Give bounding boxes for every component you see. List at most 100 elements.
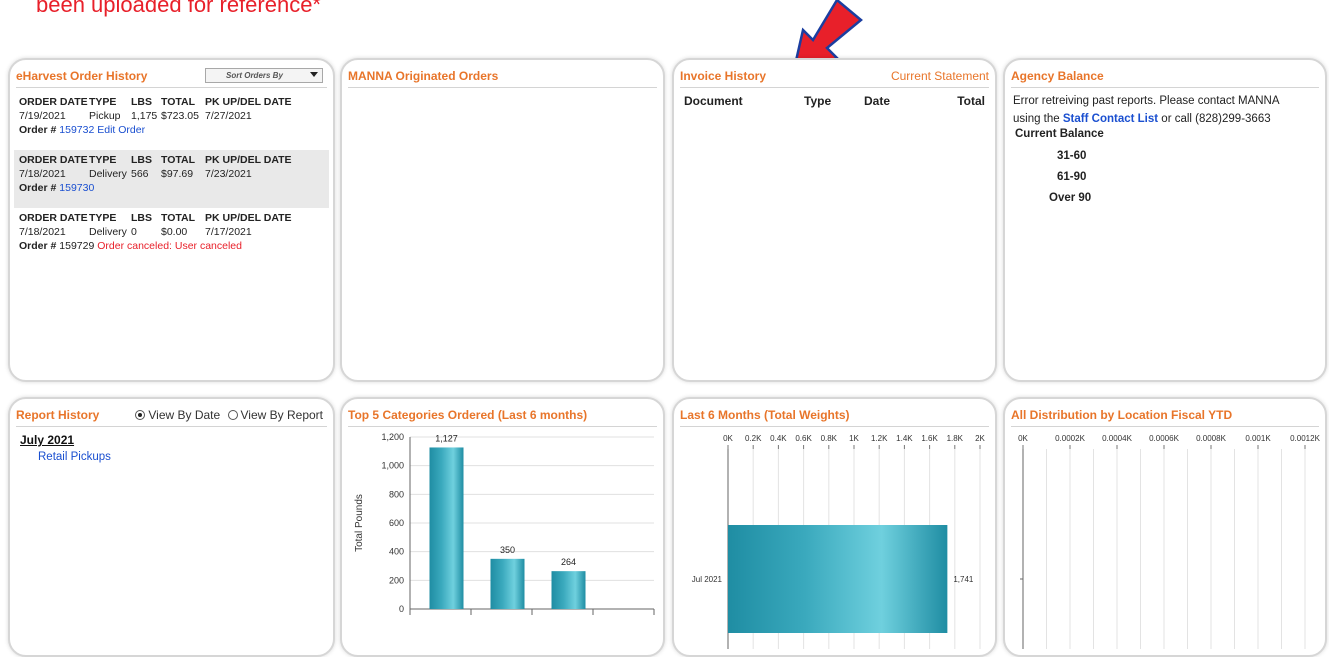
order-number-label: Order # — [19, 182, 57, 194]
order-number[interactable]: 159730 — [59, 182, 94, 194]
order-number-line: Order # 159730 — [19, 182, 324, 194]
distribution-panel: All Distribution by Location Fiscal YTD … — [1003, 397, 1327, 657]
x-tick-label: 1.4K — [896, 434, 913, 443]
agency-balance-title-text: Agency Balance — [1011, 69, 1104, 83]
invoice-col-document: Document — [684, 94, 743, 108]
order-header-cell: TYPE — [89, 212, 117, 224]
manna-orders-title-text: MANNA Originated Orders — [348, 69, 499, 83]
order-lbs: 0 — [131, 226, 137, 238]
radio-view-by-date[interactable] — [135, 410, 146, 420]
order-header-cell: TYPE — [89, 96, 117, 108]
order-header-row: ORDER DATETYPE LBS TOTAL PK UP/DEL DATE — [19, 96, 324, 108]
x-tick-label: 0.4K — [770, 434, 787, 443]
order-number-label: Order # — [19, 240, 57, 252]
bar — [728, 525, 948, 633]
order-header-cell: ORDER DATE — [19, 96, 88, 108]
agency-error-line-1: Error retreiving past reports. Please co… — [1013, 95, 1280, 107]
top-categories-panel: Top 5 Categories Ordered (Last 6 months)… — [340, 397, 665, 657]
x-tick-label: 0.0006K — [1149, 434, 1179, 443]
order-total: $97.69 — [161, 168, 194, 180]
chevron-down-icon — [310, 72, 318, 77]
y-tick-label: 1,200 — [381, 432, 404, 442]
order-date: 7/18/2021 — [19, 168, 66, 180]
current-statement-link[interactable]: Current Statement — [891, 68, 989, 84]
y-tick-label: 0 — [399, 604, 404, 614]
radio-view-by-report[interactable] — [227, 410, 238, 420]
report-history-title: Report History View By Date View By Repo… — [16, 407, 327, 427]
edit-order-link[interactable]: Edit Order — [97, 124, 145, 136]
order-history-panel: eHarvest Order History Sort Orders By OR… — [8, 58, 335, 382]
order-header-cell: PK UP/DEL DATE — [205, 154, 292, 166]
order-header-cell: TOTAL — [161, 154, 196, 166]
order-header-cell: ORDER DATE — [19, 212, 88, 224]
bar-value-label: 350 — [500, 545, 515, 555]
report-link-retail-pickups[interactable]: Retail Pickups — [38, 451, 111, 463]
x-tick-label: 2K — [975, 434, 985, 443]
balance-61-90: 61-90 — [1057, 171, 1087, 183]
x-tick-label: 0.6K — [795, 434, 812, 443]
order-number: 159729 — [59, 240, 95, 252]
x-tick-label: 0.8K — [821, 434, 838, 443]
balance-31-60: 31-60 — [1057, 150, 1087, 162]
y-tick-label: 600 — [389, 518, 404, 528]
agency-error-line-2: using the — [1013, 113, 1060, 125]
order-header-cell: TYPE — [89, 154, 117, 166]
order-pk-date: 7/27/2021 — [205, 110, 252, 122]
radio-view-by-report-label: View By Report — [240, 408, 323, 422]
x-tick-label: 0K — [723, 434, 733, 443]
x-tick-label: 0.001K — [1245, 434, 1271, 443]
invoice-col-type: Type — [804, 94, 832, 108]
sort-orders-select[interactable]: Sort Orders By — [205, 68, 323, 83]
x-tick-label: 1K — [849, 434, 859, 443]
order-number-line: Order # 159729 Order canceled: User canc… — [19, 240, 324, 252]
order-date: 7/19/2021 — [19, 110, 66, 122]
order-status: Order canceled: User canceled — [97, 240, 242, 252]
y-tick-label: 800 — [389, 489, 404, 499]
staff-contact-list-link[interactable]: Staff Contact List — [1063, 113, 1158, 125]
x-tick-label: 0.0012K — [1290, 434, 1320, 443]
distribution-title: All Distribution by Location Fiscal YTD — [1011, 407, 1319, 427]
order-number[interactable]: 159732 — [59, 124, 94, 136]
bar-value-label: 1,127 — [435, 433, 458, 443]
y-tick-label: 400 — [389, 547, 404, 557]
order-total: $0.00 — [161, 226, 188, 238]
agency-error-line-3: or call (828)299-3663 — [1161, 113, 1271, 125]
manna-orders-panel: MANNA Originated Orders — [340, 58, 665, 382]
agency-error-message: Error retreiving past reports. Please co… — [1013, 92, 1317, 128]
x-tick-label: 0.0004K — [1102, 434, 1132, 443]
invoice-col-total: Total — [957, 94, 985, 108]
order-row: ORDER DATETYPE LBS TOTAL PK UP/DEL DATE 7/18… — [14, 150, 329, 208]
x-tick-label: 0K — [1018, 434, 1028, 443]
invoice-history-title: Invoice History Current Statement — [680, 68, 989, 88]
order-header-cell: PK UP/DEL DATE — [205, 212, 292, 224]
top-categories-title: Top 5 Categories Ordered (Last 6 months) — [348, 407, 657, 427]
report-history-title-text: Report History — [16, 408, 100, 422]
invoice-col-date: Date — [864, 94, 891, 108]
y-tick-label: 1,000 — [381, 461, 404, 471]
bar-value-label: 264 — [561, 557, 576, 567]
order-header-cell: TOTAL — [161, 212, 196, 224]
x-tick-label: 0.2K — [745, 434, 762, 443]
last-6-months-chart: 0K 0.2K 0.4K 0.6K 0.8K 1K 1.2K 1.4K 1.6K 1.8K 2K Ju… — [692, 434, 986, 649]
x-tick-label: 1.6K — [921, 434, 938, 443]
bar-value-label: 1,741 — [953, 575, 974, 584]
order-values-row: 7/18/2021 Delivery 566 $97.69 7/23/2021 — [19, 168, 324, 180]
x-tick-label: 0.0002K — [1055, 434, 1085, 443]
order-values-row: 7/18/2021 Delivery 0 $0.00 7/17/2021 — [19, 226, 324, 238]
order-date: 7/18/2021 — [19, 226, 66, 238]
y-axis-label: Total Pounds — [354, 494, 365, 552]
order-lbs: 1,175 — [131, 110, 158, 122]
order-row: ORDER DATETYPE LBS TOTAL PK UP/DEL DATE 7/19… — [14, 92, 329, 150]
order-header-cell: TOTAL — [161, 96, 196, 108]
order-pk-date: 7/23/2021 — [205, 168, 252, 180]
order-number-label: Order # — [19, 124, 57, 136]
report-view-radios: View By Date View By Report — [135, 407, 323, 423]
order-header-cell: LBS — [131, 212, 152, 224]
distribution-chart: 0K 0.0002K 0.0004K 0.0006K 0.0008K 0.001K 0.00… — [1018, 434, 1321, 649]
top-categories-title-text: Top 5 Categories Ordered (Last 6 months) — [348, 408, 588, 422]
order-number-line: Order # 159732 Edit Order — [19, 124, 324, 136]
radio-view-by-date-label: View By Date — [148, 408, 221, 422]
order-lbs: 566 — [131, 168, 149, 180]
order-header-cell: ORDER DATE — [19, 154, 88, 166]
report-month-heading[interactable]: July 2021 — [20, 433, 74, 447]
